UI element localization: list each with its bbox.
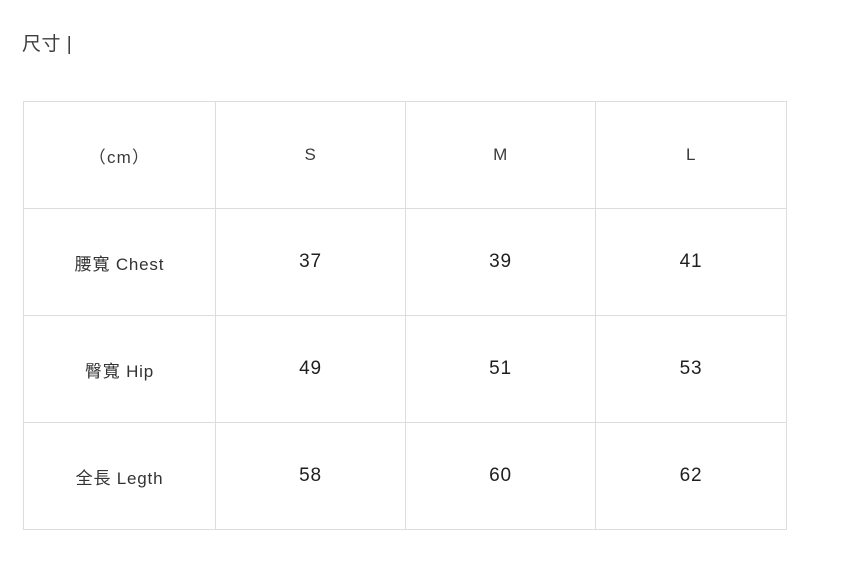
table-body: 腰寬 Chest 37 39 41 臀寬 Hip 49 51 53 全長 Leg… [23, 208, 787, 530]
page-title: 尺寸 | [22, 34, 73, 55]
column-header-s: S [215, 101, 406, 209]
size-table-container: （cm） S M L 腰寬 Chest 37 39 41 臀寬 Hip 49 5… [23, 101, 787, 530]
row-label-hip: 臀寬 Hip [23, 315, 216, 423]
table-header: （cm） S M L [23, 101, 787, 209]
table-row: 腰寬 Chest 37 39 41 [23, 208, 787, 316]
column-header-m: M [405, 101, 596, 209]
size-chart-table: （cm） S M L 腰寬 Chest 37 39 41 臀寬 Hip 49 5… [23, 101, 787, 530]
cell-chest-s: 37 [215, 208, 406, 316]
cell-length-m: 60 [405, 422, 596, 530]
column-header-unit: （cm） [23, 101, 216, 209]
cell-length-s: 58 [215, 422, 406, 530]
cell-hip-l: 53 [595, 315, 787, 423]
cell-chest-m: 39 [405, 208, 596, 316]
table-row: 全長 Legth 58 60 62 [23, 422, 787, 530]
table-header-row: （cm） S M L [23, 101, 787, 209]
cell-length-l: 62 [595, 422, 787, 530]
row-label-length: 全長 Legth [23, 422, 216, 530]
table-row: 臀寬 Hip 49 51 53 [23, 315, 787, 423]
cell-chest-l: 41 [595, 208, 787, 316]
row-label-chest: 腰寬 Chest [23, 208, 216, 316]
size-chart-page: 尺寸 | （cm） S M L 腰寬 Chest 37 39 41 臀寬 Hip… [0, 0, 856, 562]
column-header-l: L [595, 101, 787, 209]
cell-hip-s: 49 [215, 315, 406, 423]
cell-hip-m: 51 [405, 315, 596, 423]
